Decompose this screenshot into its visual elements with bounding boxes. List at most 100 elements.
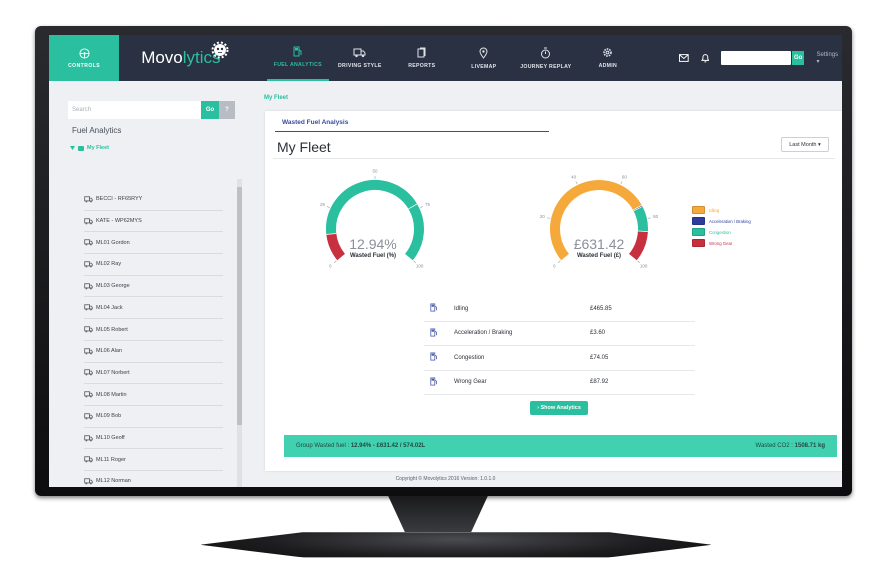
vehicle-list-item[interactable]: ML08 Martin [84, 384, 223, 406]
fuel-pump-icon [293, 46, 302, 57]
gauge-tick-label: 50 [372, 169, 378, 174]
show-analytics-button[interactable]: › Show Analytics [530, 401, 588, 415]
sidebar-go-button[interactable]: Go [201, 101, 219, 119]
breadcrumb[interactable]: My Fleet [264, 95, 288, 101]
map-pin-icon [479, 47, 488, 59]
vehicle-list-item[interactable]: ML03 George [84, 276, 223, 298]
breakdown-name: Acceleration / Braking [454, 330, 513, 337]
breakdown-value: £74.05 [590, 354, 609, 361]
bell-icon[interactable] [700, 53, 710, 63]
fuel-pump-icon [430, 352, 437, 361]
nav-label: DRIVING STYLE [337, 62, 382, 69]
vehicle-label: KATE - WP62MYS [96, 218, 142, 225]
top-search-input[interactable] [721, 51, 791, 65]
nav-livemap[interactable]: LIVEMAP [453, 35, 515, 81]
vehicle-list-item[interactable]: ML04 Jack [84, 298, 223, 320]
breakdown-name: Idling [454, 305, 469, 312]
vehicle-label: ML04 Jack [96, 304, 123, 311]
tree-root-my-fleet[interactable]: My Fleet [70, 143, 240, 153]
vehicle-list-item[interactable]: ML06 Alan [84, 341, 223, 363]
controls-button[interactable]: CONTROLS [49, 35, 120, 81]
divider [273, 158, 835, 159]
scrollbar-thumb[interactable] [237, 187, 242, 425]
collapse-arrow-icon[interactable] [70, 145, 75, 151]
truck-icon [84, 391, 93, 398]
nav-label: LIVEMAP [471, 63, 497, 70]
truck-icon [84, 217, 93, 224]
vehicle-list-item[interactable]: BECCI - RF65RYY [84, 189, 223, 211]
top-right-tools: Go Settings ▾ [678, 51, 842, 65]
truck-icon [84, 261, 93, 268]
gauge-tick-label: 80 [653, 214, 659, 219]
table-row: Congestion £74.05 [424, 346, 695, 371]
breakdown-table: Idling £465.85 Acceleration / Braking £3… [424, 297, 695, 395]
tv-frame: CONTROLS Movo lytics FUEL ANALYTICS DRIVI… [0, 0, 880, 577]
summary-bar: Group Wasted fuel : 12.94% - £631.42 / 5… [284, 435, 837, 457]
top-navbar: CONTROLS Movo lytics FUEL ANALYTICS DRIVI… [49, 35, 842, 81]
vehicle-list-item[interactable]: ML07 Norbert [84, 363, 223, 385]
truck-icon [84, 456, 93, 463]
sidebar-title: Fuel Analytics [72, 126, 122, 135]
vehicle-list-item[interactable]: ML02 Ray [84, 254, 223, 276]
settings-dropdown[interactable]: Settings ▾ [816, 52, 842, 65]
table-row: Idling £465.85 [424, 297, 695, 322]
copyright-footer: Copyright © Movolytics 2016 Version: 1.0… [395, 476, 496, 482]
top-search-go-button[interactable]: Go [791, 51, 805, 65]
gauge-tick [557, 260, 561, 264]
legend-item-congestion: Congestion [692, 227, 751, 237]
envelope-icon[interactable] [678, 54, 689, 62]
gauge-segment [633, 206, 648, 233]
nav-admin[interactable]: ADMIN [577, 35, 639, 81]
legend-swatch [692, 217, 705, 225]
sidebar-scrollbar[interactable] [237, 179, 242, 487]
legend-label: Congestion [709, 229, 731, 235]
gauge-tick-label: 0 [553, 263, 556, 268]
gauge-percent-label: Wasted Fuel (%) [349, 253, 397, 259]
period-dropdown[interactable]: Last Month ▾ [781, 137, 829, 152]
nav-label: REPORTS [408, 63, 436, 69]
nav-journey-replay[interactable]: JOURNEY REPLAY [515, 35, 577, 81]
analysis-panel: Wasted Fuel Analysis My Fleet Last Month… [265, 111, 842, 471]
vehicle-label: BECCI - RF65RYY [96, 196, 143, 203]
fuel-pump-icon [430, 303, 437, 312]
legend-item-wrong-gear: Wrong Gear [692, 238, 751, 248]
logo-robot-gear-icon [211, 41, 229, 59]
vehicle-label: ML02 Ray [96, 261, 122, 268]
fuel-pump-icon [430, 328, 437, 337]
nav-fuel-analytics[interactable]: FUEL ANALYTICS [266, 35, 329, 81]
nav-reports[interactable]: REPORTS [391, 35, 453, 81]
gauge-tick [326, 206, 330, 208]
gauge-cost-label: Wasted Fuel (£) [576, 253, 622, 259]
nav-driving-style[interactable]: DRIVING STYLE [329, 35, 391, 81]
group-wasted-fuel-label: Group Wasted fuel : [296, 443, 351, 449]
vehicle-label: ML09 Bob [96, 413, 122, 420]
truck-icon [84, 239, 93, 246]
breakdown-value: £465.85 [590, 305, 612, 312]
gear-icon [603, 48, 613, 57]
gauge-tick-label: 20 [540, 214, 546, 219]
legend-label: Wrong Gear [709, 240, 733, 246]
breakdown-value: £87.92 [590, 379, 609, 386]
sidebar-help-button[interactable]: ? [219, 101, 235, 119]
truck-icon [84, 326, 93, 333]
main-nav: FUEL ANALYTICS DRIVING STYLE REPORTS LIV… [266, 35, 639, 81]
vehicle-list-item[interactable]: KATE - WP62MYS [84, 211, 223, 233]
vehicle-list-item[interactable]: ML09 Bob [84, 406, 223, 428]
tab-wasted-fuel-analysis[interactable]: Wasted Fuel Analysis [275, 119, 549, 132]
vehicle-list-item[interactable]: ML05 Robert [84, 319, 223, 341]
legend-swatch [692, 239, 705, 247]
legend-item-acceleration-braking: Acceleration / Braking [692, 216, 751, 226]
vehicle-list-item[interactable]: ML10 Geoff [84, 428, 223, 450]
controls-label: CONTROLS [68, 62, 101, 69]
truck-icon [84, 304, 93, 311]
gauge-tick-label: 40 [571, 174, 577, 179]
truck-icon [84, 348, 93, 355]
gauge-tick-label: 25 [320, 202, 326, 207]
gauge-tick [647, 217, 651, 219]
sidebar-search-input[interactable]: Search [68, 101, 201, 119]
table-row: Acceleration / Braking £3.60 [424, 322, 695, 346]
truck-icon [84, 369, 93, 376]
movolytics-logo: Movo lytics [119, 35, 233, 81]
vehicle-list-item[interactable]: ML01 Gordon [84, 232, 223, 255]
vehicle-list-item[interactable]: ML11 Roger [84, 449, 223, 472]
